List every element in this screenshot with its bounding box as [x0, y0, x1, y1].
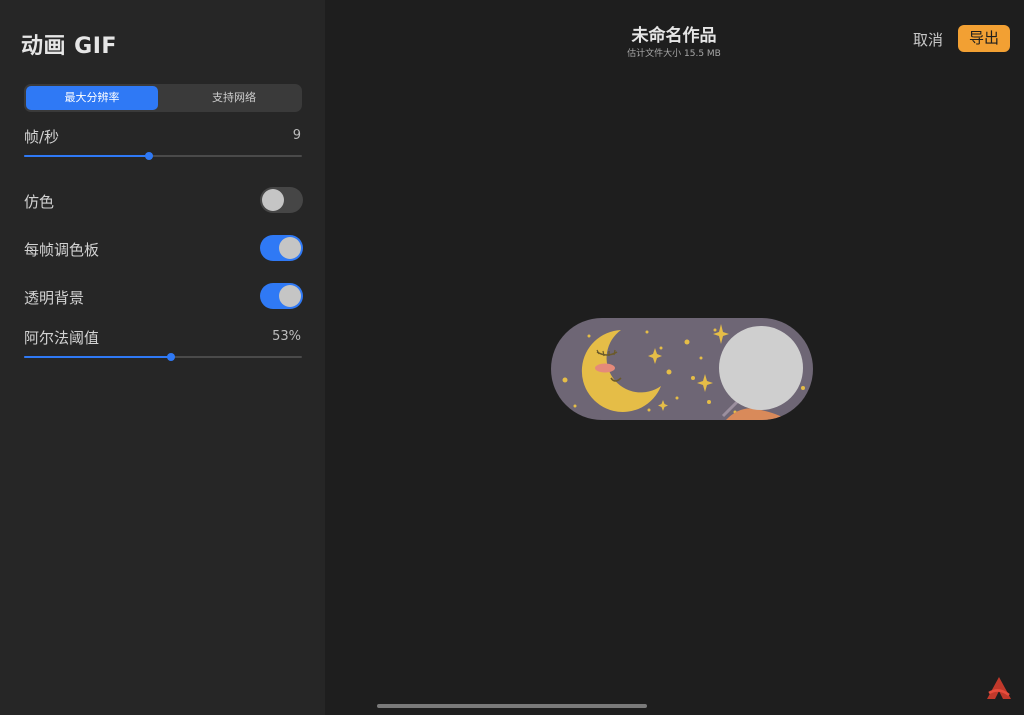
- transparent-bg-toggle[interactable]: [260, 283, 303, 309]
- quality-segmented-control: 最大分辨率 支持网络: [24, 84, 302, 112]
- alpha-threshold-label: 阿尔法阈值: [24, 329, 100, 347]
- dither-toggle[interactable]: [260, 187, 303, 213]
- moon-cheek: [595, 363, 615, 373]
- gif-preview: [551, 318, 813, 420]
- transparent-toggle-knob: [279, 285, 301, 307]
- cancel-button[interactable]: 取消: [905, 29, 951, 50]
- export-gif-screen: 动画 GIF 最大分辨率 支持网络 帧/秒 9 仿色 每帧调色板 透明背景 阿尔…: [0, 0, 1024, 715]
- home-indicator[interactable]: [377, 704, 647, 708]
- artwork-title: 未命名作品: [631, 26, 717, 46]
- fps-slider[interactable]: [24, 149, 302, 163]
- fps-value: 9: [292, 128, 301, 143]
- alpha-threshold-value: 53%: [272, 329, 301, 344]
- estimated-file-size: 估计文件大小 15.5 MB: [627, 49, 721, 59]
- palette-per-frame-label: 每帧调色板: [24, 241, 100, 259]
- segment-web-ready[interactable]: 支持网络: [168, 86, 300, 110]
- dither-label: 仿色: [24, 193, 55, 211]
- fps-slider-thumb[interactable]: [145, 152, 154, 160]
- procreate-logo-icon: [987, 677, 1011, 699]
- settings-sidebar: 动画 GIF 最大分辨率 支持网络 帧/秒 9 仿色 每帧调色板 透明背景 阿尔…: [0, 0, 325, 715]
- palette-per-frame-toggle[interactable]: [260, 235, 303, 261]
- palette-toggle-knob: [279, 237, 301, 259]
- fps-slider-fill: [24, 155, 150, 157]
- alpha-slider-thumb[interactable]: [167, 353, 176, 361]
- dither-toggle-knob: [262, 189, 284, 211]
- alpha-slider-fill: [24, 356, 172, 358]
- alpha-threshold-slider[interactable]: [24, 350, 302, 364]
- export-button[interactable]: 导出: [958, 25, 1010, 52]
- transparent-bg-label: 透明背景: [24, 289, 85, 307]
- segment-max-resolution[interactable]: 最大分辨率: [26, 86, 158, 110]
- character-head-placeholder: [719, 326, 803, 410]
- sidebar-title: 动画 GIF: [21, 34, 117, 59]
- fps-label: 帧/秒: [24, 128, 60, 146]
